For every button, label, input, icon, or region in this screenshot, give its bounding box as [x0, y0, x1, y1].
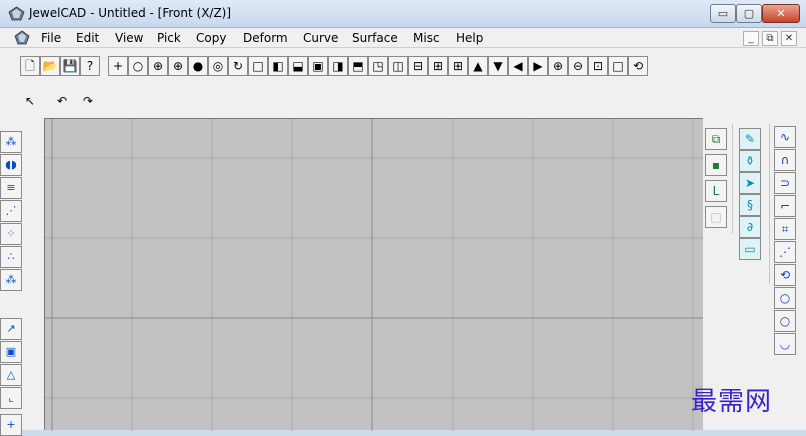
point-icon[interactable]: ▪ — [705, 154, 727, 176]
menu-pick[interactable]: Pick — [157, 31, 181, 45]
pick-object-icon[interactable]: ⁂ — [0, 131, 22, 153]
zoom-in-icon[interactable]: ⊕ — [548, 56, 568, 76]
close-button[interactable]: ✕ — [762, 4, 800, 23]
curve-dashed-icon[interactable]: ⋰ — [774, 241, 796, 263]
curve-ring-icon[interactable]: ⟲ — [774, 264, 796, 286]
menu-deform[interactable]: Deform — [243, 31, 288, 45]
menu-file[interactable]: File — [41, 31, 61, 45]
arrow-right-icon[interactable]: ▶ — [528, 56, 548, 76]
new-file-icon[interactable]: 🗋 — [20, 56, 40, 76]
triangle-icon[interactable]: △ — [0, 364, 22, 386]
window-title: JewelCAD - Untitled - [Front (X/Z)] — [29, 6, 232, 20]
zoom-out-icon[interactable]: ⊖ — [568, 56, 588, 76]
zoom-window-icon[interactable]: ⊡ — [588, 56, 608, 76]
select-box-icon[interactable]: ▣ — [0, 341, 22, 363]
corner-icon[interactable]: L — [705, 180, 727, 202]
view-bottom-left-icon[interactable]: ◳ — [368, 56, 388, 76]
rotate-view-icon[interactable]: ↻ — [228, 56, 248, 76]
arrow-up-icon[interactable]: ▲ — [468, 56, 488, 76]
curve-box-icon[interactable]: ⌗ — [774, 218, 796, 240]
viewport-grid — [45, 119, 704, 431]
curve-loop-icon[interactable]: ⊃ — [774, 172, 796, 194]
menu-help[interactable]: Help — [456, 31, 483, 45]
view-right-icon[interactable]: ◨ — [328, 56, 348, 76]
split-horizontal-icon[interactable]: ⊟ — [408, 56, 428, 76]
menu-surface[interactable]: Surface — [352, 31, 398, 45]
redo-icon[interactable]: ↷ — [78, 91, 98, 111]
view-left-icon[interactable]: ◧ — [268, 56, 288, 76]
origin-cross-icon[interactable]: + — [108, 56, 128, 76]
view-top-icon[interactable]: ⬒ — [348, 56, 368, 76]
split-vertical-icon[interactable]: ◫ — [388, 56, 408, 76]
duplicate-icon[interactable]: ⧉ — [705, 128, 727, 150]
undo-icon[interactable]: ↶ — [52, 91, 72, 111]
select-arrow-icon[interactable]: ↖ — [20, 91, 40, 111]
fish-icon[interactable]: ➤ — [739, 172, 761, 194]
corner-select-icon[interactable]: ⌞ — [0, 387, 22, 409]
minimize-button[interactable]: ▭ — [710, 4, 736, 23]
mdi-restore-button[interactable]: ⧉ — [762, 31, 778, 46]
select-region-icon[interactable]: ↗ — [0, 318, 22, 340]
zoom-fit-icon[interactable]: □ — [608, 56, 628, 76]
circle-small-icon[interactable]: ○ — [774, 287, 796, 309]
disabled-icon[interactable]: □ — [705, 206, 727, 228]
cross-icon[interactable]: + — [0, 414, 22, 436]
document-icon[interactable] — [14, 30, 30, 45]
circle-cross-icon[interactable]: ⊕ — [148, 56, 168, 76]
view-frame-icon[interactable]: ▣ — [308, 56, 328, 76]
circle-dot-cross-icon[interactable]: ⊕ — [168, 56, 188, 76]
view-single-icon[interactable]: □ — [248, 56, 268, 76]
four-views-icon[interactable]: ⊞ — [428, 56, 448, 76]
bread-icon[interactable]: ▭ — [739, 238, 761, 260]
ring-points-icon[interactable]: ⁂ — [0, 269, 22, 291]
mdi-minimize-button[interactable]: _ — [743, 31, 759, 46]
open-folder-icon[interactable]: 📂 — [40, 56, 60, 76]
help-cursor-icon[interactable]: ? — [80, 56, 100, 76]
curve-arch-icon[interactable]: ∩ — [774, 149, 796, 171]
arrow-down-icon[interactable]: ▼ — [488, 56, 508, 76]
menu-curve[interactable]: Curve — [303, 31, 338, 45]
bottle-icon[interactable]: ⚱ — [739, 150, 761, 172]
arc-icon[interactable]: ◡ — [774, 333, 796, 355]
diagonal-points-icon[interactable]: ⋰ — [0, 200, 22, 222]
jewelcad-app-icon — [8, 6, 25, 21]
menu-misc[interactable]: Misc — [413, 31, 440, 45]
view-bottom-icon[interactable]: ⬓ — [288, 56, 308, 76]
front-viewport[interactable] — [44, 118, 704, 431]
scatter-points-icon[interactable]: ∴ — [0, 246, 22, 268]
grid-points-icon[interactable]: ⁘ — [0, 223, 22, 245]
ring-icon[interactable]: ◎ — [208, 56, 228, 76]
maximize-button[interactable]: ▢ — [736, 4, 762, 23]
more-icon[interactable]: ⟲ — [628, 56, 648, 76]
arrow-left-icon[interactable]: ◀ — [508, 56, 528, 76]
curl-icon[interactable]: ∂ — [739, 216, 761, 238]
four-views-bold-icon[interactable]: ⊞ — [448, 56, 468, 76]
spiral-icon[interactable]: § — [739, 194, 761, 216]
curve-step-icon[interactable]: ⌐ — [774, 195, 796, 217]
menu-copy[interactable]: Copy — [196, 31, 226, 45]
curve-smooth-icon[interactable]: ∿ — [774, 126, 796, 148]
mirror-pair-icon[interactable]: ◖◗ — [0, 154, 22, 176]
stack-vertical-icon[interactable]: ≡ — [0, 177, 22, 199]
save-icon[interactable]: 💾 — [60, 56, 80, 76]
circle-icon[interactable]: ○ — [128, 56, 148, 76]
pen-icon[interactable]: ✎ — [739, 128, 761, 150]
watermark-text: 最需网 — [691, 387, 773, 417]
circle-large-icon[interactable]: ○ — [774, 310, 796, 332]
menu-edit[interactable]: Edit — [76, 31, 99, 45]
menu-view[interactable]: View — [115, 31, 143, 45]
filled-circle-icon[interactable]: ● — [188, 56, 208, 76]
mdi-close-button[interactable]: ✕ — [781, 31, 797, 46]
